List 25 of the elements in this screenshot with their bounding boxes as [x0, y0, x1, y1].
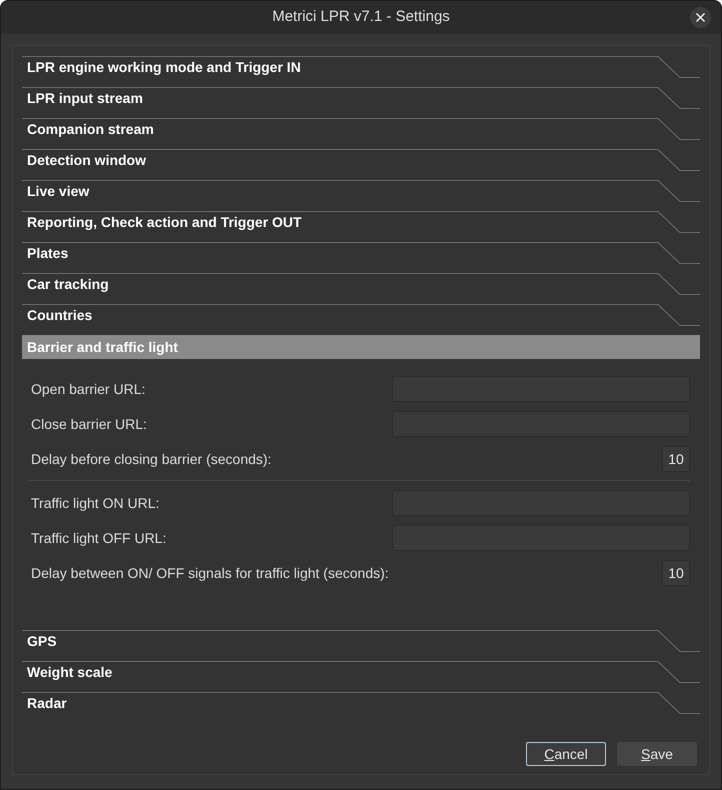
section-header[interactable]: GPS	[22, 630, 700, 661]
number-field[interactable]: 10	[662, 446, 690, 472]
section-header[interactable]: Detection window	[22, 149, 700, 180]
number-field[interactable]: 10	[662, 560, 690, 586]
section-header[interactable]: Live view	[22, 180, 700, 211]
section-header[interactable]: Weight scale	[22, 661, 700, 692]
section-header[interactable]: Plates	[22, 242, 700, 273]
section-header[interactable]: Companion stream	[22, 118, 700, 149]
field-label: Delay before closing barrier (seconds):	[31, 450, 272, 468]
field-label: Traffic light OFF URL:	[31, 530, 166, 546]
field-label: Close barrier URL:	[31, 416, 147, 432]
section-header[interactable]: Reporting, Check action and Trigger OUT	[22, 211, 700, 242]
section-header[interactable]: Car tracking	[22, 273, 700, 304]
field-label: Open barrier URL:	[31, 380, 146, 398]
field-label: Traffic light ON URL:	[31, 494, 160, 512]
cancel-button[interactable]: Cancel	[526, 742, 606, 766]
section-header[interactable]: LPR input stream	[22, 87, 700, 118]
close-button[interactable]	[690, 7, 711, 28]
section-header[interactable]: LPR engine working mode and Trigger IN	[22, 56, 700, 87]
section-header[interactable]: Radar	[22, 692, 700, 723]
window-title: Metrici LPR v7.1 - Settings	[272, 7, 450, 28]
field-label: Delay between ON/ OFF signals for traffic light (seconds):	[31, 564, 389, 582]
section-header[interactable]: Countries	[22, 304, 700, 335]
close-icon	[696, 13, 705, 22]
save-button[interactable]: Save	[617, 742, 697, 766]
